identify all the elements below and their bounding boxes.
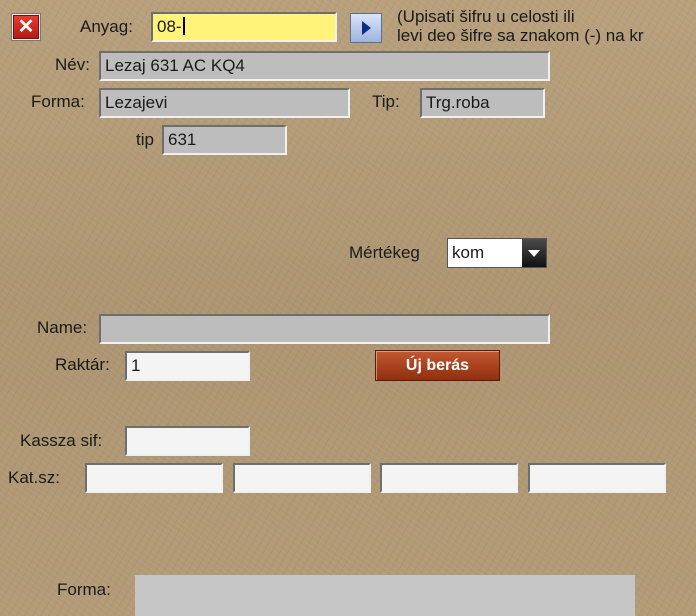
anyag-value: 08- bbox=[157, 17, 182, 36]
chevron-down-icon bbox=[528, 249, 540, 257]
mertekeg-select[interactable]: kom bbox=[447, 238, 547, 268]
raktar-label: Raktár: bbox=[55, 355, 110, 374]
tip2-label: tip bbox=[136, 130, 154, 149]
kassza-label: Kassza sif: bbox=[20, 431, 103, 450]
kassza-input[interactable] bbox=[125, 426, 250, 456]
search-go-button[interactable] bbox=[350, 13, 382, 43]
katsz-input-3[interactable] bbox=[380, 463, 518, 493]
nev-field: Lezaj 631 AC KQ4 bbox=[99, 51, 550, 81]
tip2-field: 631 bbox=[162, 125, 287, 155]
dropdown-button[interactable] bbox=[522, 239, 546, 267]
mertekeg-selected: kom bbox=[452, 243, 485, 262]
tip-label: Tip: bbox=[372, 92, 400, 111]
close-icon: ✕ bbox=[13, 15, 39, 39]
anyag-input[interactable]: 08- bbox=[151, 12, 337, 42]
katsz-input-2[interactable] bbox=[233, 463, 371, 493]
hint-line-1: (Upisati šifru u celosti ili bbox=[397, 7, 575, 26]
name-label: Name: bbox=[37, 318, 88, 337]
tip-field: Trg.roba bbox=[420, 88, 545, 118]
close-button[interactable]: ✕ bbox=[11, 13, 41, 41]
katsz-input-1[interactable] bbox=[85, 463, 223, 493]
raktar-input[interactable]: 1 bbox=[125, 351, 250, 381]
katsz-label: Kat.sz: bbox=[8, 468, 60, 487]
mertekeg-label: Mértékeg bbox=[349, 243, 420, 262]
hint-line-2: levi deo šifre sa znakom (-) na kr bbox=[397, 26, 644, 45]
forma2-label: Forma: bbox=[57, 580, 111, 599]
forma2-field bbox=[135, 575, 635, 616]
play-arrow-icon bbox=[361, 21, 371, 35]
forma-field: Lezajevi bbox=[99, 88, 350, 118]
text-cursor bbox=[182, 17, 185, 35]
nev-label: Név: bbox=[55, 55, 90, 74]
uj-beras-button[interactable]: Új berás bbox=[375, 350, 500, 381]
anyag-label: Anyag: bbox=[80, 17, 133, 36]
katsz-input-4[interactable] bbox=[528, 463, 666, 493]
forma-label: Forma: bbox=[31, 92, 85, 111]
name-field bbox=[99, 314, 550, 344]
